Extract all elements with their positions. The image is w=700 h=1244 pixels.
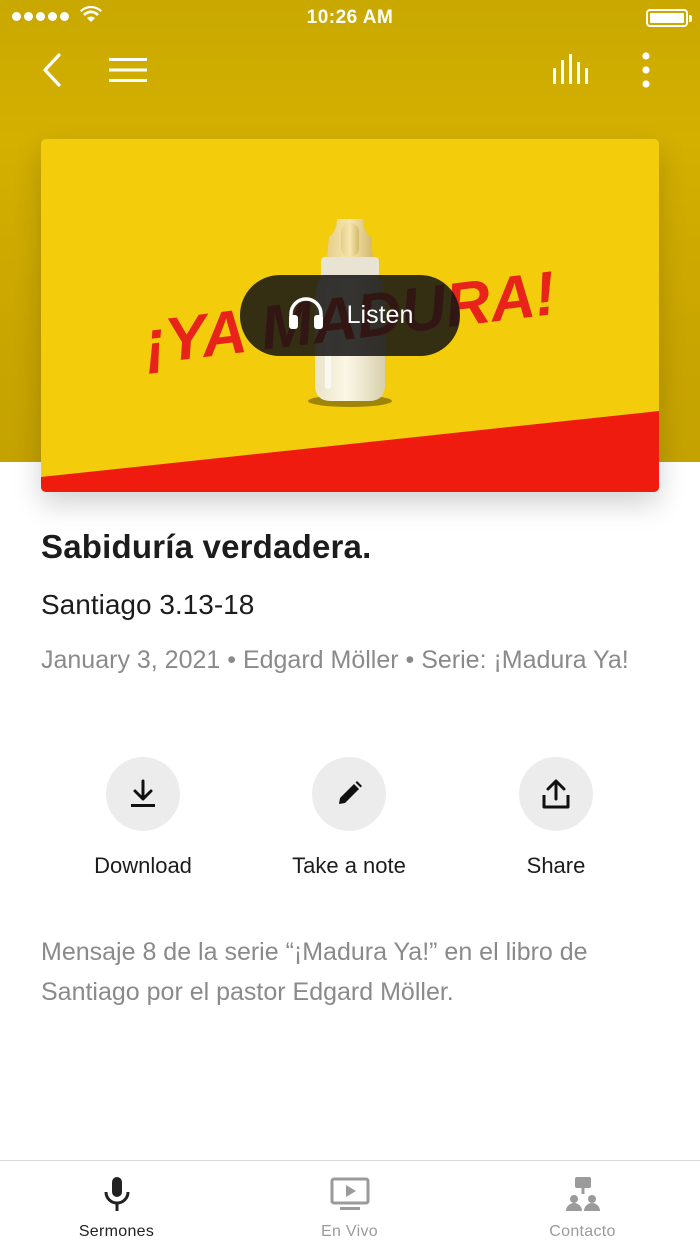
tab-contacto[interactable]: Contacto <box>466 1161 699 1244</box>
take-note-button[interactable]: Take a note <box>249 757 449 879</box>
take-note-label: Take a note <box>292 853 406 878</box>
share-button[interactable]: Share <box>456 757 656 879</box>
audio-levels-button[interactable] <box>550 50 594 94</box>
more-options-button[interactable] <box>624 50 668 94</box>
menu-button[interactable] <box>106 50 150 94</box>
headphones-icon <box>287 295 325 336</box>
tv-play-icon <box>330 1175 370 1213</box>
navigation-bar <box>0 40 700 104</box>
bottom-tab-bar: Sermones En Vivo Contacto <box>0 1160 700 1244</box>
sermon-title: Sabiduría verdadera. <box>41 528 372 565</box>
status-time: 10:26 AM <box>306 7 394 28</box>
hamburger-menu-icon <box>109 57 147 88</box>
listen-button[interactable]: Listen <box>240 275 460 356</box>
tab-en-vivo[interactable]: En Vivo <box>233 1161 466 1244</box>
download-label: Download <box>94 853 192 878</box>
sermon-description: Mensaje 8 de la serie “¡Madura Ya!” en e… <box>41 938 588 1006</box>
audio-levels-icon <box>552 53 592 91</box>
listen-label: Listen <box>346 301 414 329</box>
battery-icon <box>646 9 692 27</box>
sermon-meta: January 3, 2021 • Edgard Möller • Serie:… <box>41 646 629 674</box>
tab-sermones[interactable]: Sermones <box>0 1161 233 1244</box>
download-button[interactable]: Download <box>43 757 243 879</box>
sermon-passage: Santiago 3.13-18 <box>41 589 255 620</box>
tab-contacto-label: Contacto <box>549 1223 616 1240</box>
action-row: Download Take a note Share <box>0 757 700 887</box>
back-button[interactable] <box>30 50 74 94</box>
share-icon <box>519 757 593 831</box>
more-vertical-icon <box>641 51 651 93</box>
chevron-left-icon <box>42 52 62 92</box>
tab-en-vivo-label: En Vivo <box>321 1223 378 1240</box>
status-bar: 10:26 AM <box>0 0 700 36</box>
share-label: Share <box>526 853 586 878</box>
microphone-icon <box>103 1175 131 1213</box>
pencil-icon <box>312 757 386 831</box>
tab-sermones-label: Sermones <box>78 1223 155 1240</box>
download-icon <box>106 757 180 831</box>
contact-people-icon <box>565 1175 601 1213</box>
